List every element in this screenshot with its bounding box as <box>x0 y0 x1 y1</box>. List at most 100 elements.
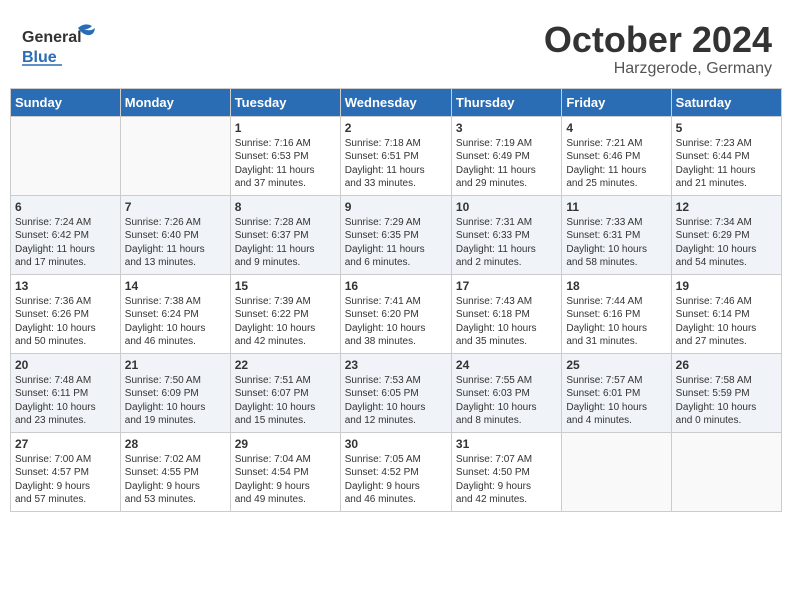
day-number: 28 <box>125 437 226 451</box>
day-number: 1 <box>235 121 336 135</box>
calendar-cell: 27 Sunrise: 7:00 AMSunset: 4:57 PMDayligh… <box>11 432 121 511</box>
day-info: Sunrise: 7:34 AMSunset: 6:29 PMDaylight:… <box>676 216 777 270</box>
calendar-cell: 5Sunrise: 7:23 AMSunset: 6:44 PMDaylight… <box>671 116 781 195</box>
day-info: Sunrise: 7:39 AMSunset: 6:22 PMDaylight:… <box>235 295 336 349</box>
day-number: 14 <box>125 279 226 293</box>
day-info: Sunrise: 7:53 AMSunset: 6:05 PMDaylight:… <box>345 374 447 428</box>
day-number: 17 <box>456 279 557 293</box>
day-info: Sunrise: 7:18 AMSunset: 6:51 PMDaylight:… <box>345 137 447 191</box>
day-number: 31 <box>456 437 557 451</box>
calendar-cell: 4Sunrise: 7:21 AMSunset: 6:46 PMDaylight… <box>562 116 671 195</box>
day-header-sunday: Sunday <box>11 88 121 116</box>
calendar-cell: 13 Sunrise: 7:36 AMSunset: 6:26 PMDayligh… <box>11 274 121 353</box>
calendar-cell: 3 Sunrise: 7:19 AMSunset: 6:49 PMDaylight… <box>451 116 561 195</box>
calendar-header-row: SundayMondayTuesdayWednesdayThursdayFrid… <box>11 88 782 116</box>
day-number: 26 <box>676 358 777 372</box>
day-number: 10 <box>456 200 557 214</box>
calendar-cell: 9 Sunrise: 7:29 AMSunset: 6:35 PMDaylight… <box>340 195 451 274</box>
header: General Blue October 2024 Harzgerode, Ge… <box>10 10 782 83</box>
day-number: 15 <box>235 279 336 293</box>
day-info: Sunrise: 7:31 AMSunset: 6:33 PMDaylight:… <box>456 216 557 270</box>
day-info: Sunrise: 7:28 AMSunset: 6:37 PMDaylight:… <box>235 216 336 270</box>
svg-text:Blue: Blue <box>22 49 57 66</box>
day-number: 29 <box>235 437 336 451</box>
logo: General Blue <box>20 20 100 75</box>
day-info: Sunrise: 7:29 AMSunset: 6:35 PMDaylight:… <box>345 216 447 270</box>
day-info: Sunrise: 7:21 AMSunset: 6:46 PMDaylight:… <box>566 137 666 191</box>
day-number: 16 <box>345 279 447 293</box>
title-area: October 2024 Harzgerode, Germany <box>544 20 772 78</box>
calendar-cell: 25 Sunrise: 7:57 AMSunset: 6:01 PMDayligh… <box>562 353 671 432</box>
day-header-friday: Friday <box>562 88 671 116</box>
day-header-wednesday: Wednesday <box>340 88 451 116</box>
day-number: 3 <box>456 121 557 135</box>
calendar-week-row: 1 Sunrise: 7:16 AMSunset: 6:53 PMDaylight… <box>11 116 782 195</box>
day-header-monday: Monday <box>120 88 230 116</box>
day-number: 25 <box>566 358 666 372</box>
calendar-cell: 24 Sunrise: 7:55 AMSunset: 6:03 PMDayligh… <box>451 353 561 432</box>
day-info: Sunrise: 7:51 AMSunset: 6:07 PMDaylight:… <box>235 374 336 428</box>
calendar-cell: 31Sunrise: 7:07 AMSunset: 4:50 PMDayligh… <box>451 432 561 511</box>
calendar-cell: 12 Sunrise: 7:34 AMSunset: 6:29 PMDayligh… <box>671 195 781 274</box>
day-info: Sunrise: 7:48 AMSunset: 6:11 PMDaylight:… <box>15 374 116 428</box>
day-info: Sunrise: 7:57 AMSunset: 6:01 PMDaylight:… <box>566 374 666 428</box>
calendar-cell: 16 Sunrise: 7:41 AMSunset: 6:20 PMDayligh… <box>340 274 451 353</box>
day-info: Sunrise: 7:38 AMSunset: 6:24 PMDaylight:… <box>125 295 226 349</box>
day-info: Sunrise: 7:00 AMSunset: 4:57 PMDaylight:… <box>15 453 116 507</box>
day-header-saturday: Saturday <box>671 88 781 116</box>
day-info: Sunrise: 7:26 AMSunset: 6:40 PMDaylight:… <box>125 216 226 270</box>
calendar-cell: 6Sunrise: 7:24 AMSunset: 6:42 PMDaylight… <box>11 195 121 274</box>
calendar-cell: 20 Sunrise: 7:48 AMSunset: 6:11 PMDayligh… <box>11 353 121 432</box>
day-number: 6 <box>15 200 116 214</box>
day-info: Sunrise: 7:58 AMSunset: 5:59 PMDaylight:… <box>676 374 777 428</box>
calendar-cell: 21Sunrise: 7:50 AMSunset: 6:09 PMDayligh… <box>120 353 230 432</box>
calendar-cell <box>671 432 781 511</box>
day-number: 23 <box>345 358 447 372</box>
calendar-cell <box>120 116 230 195</box>
logo-svg: General Blue <box>20 20 100 75</box>
day-info: Sunrise: 7:04 AMSunset: 4:54 PMDaylight:… <box>235 453 336 507</box>
calendar-cell: 23 Sunrise: 7:53 AMSunset: 6:05 PMDayligh… <box>340 353 451 432</box>
calendar-cell: 18Sunrise: 7:44 AMSunset: 6:16 PMDayligh… <box>562 274 671 353</box>
calendar-cell: 15 Sunrise: 7:39 AMSunset: 6:22 PMDayligh… <box>230 274 340 353</box>
calendar-cell <box>562 432 671 511</box>
calendar-cell: 10 Sunrise: 7:31 AMSunset: 6:33 PMDayligh… <box>451 195 561 274</box>
day-info: Sunrise: 7:41 AMSunset: 6:20 PMDaylight:… <box>345 295 447 349</box>
day-info: Sunrise: 7:55 AMSunset: 6:03 PMDaylight:… <box>456 374 557 428</box>
day-info: Sunrise: 7:50 AMSunset: 6:09 PMDaylight:… <box>125 374 226 428</box>
day-info: Sunrise: 7:36 AMSunset: 6:26 PMDaylight:… <box>15 295 116 349</box>
day-info: Sunrise: 7:05 AMSunset: 4:52 PMDaylight:… <box>345 453 447 507</box>
day-number: 20 <box>15 358 116 372</box>
calendar-cell: 26 Sunrise: 7:58 AMSunset: 5:59 PMDayligh… <box>671 353 781 432</box>
calendar-cell <box>11 116 121 195</box>
day-info: Sunrise: 7:16 AMSunset: 6:53 PMDaylight:… <box>235 137 336 191</box>
day-number: 12 <box>676 200 777 214</box>
calendar-cell: 8Sunrise: 7:28 AMSunset: 6:37 PMDaylight… <box>230 195 340 274</box>
calendar-cell: 17 Sunrise: 7:43 AMSunset: 6:18 PMDayligh… <box>451 274 561 353</box>
day-number: 11 <box>566 200 666 214</box>
day-info: Sunrise: 7:46 AMSunset: 6:14 PMDaylight:… <box>676 295 777 349</box>
day-number: 19 <box>676 279 777 293</box>
day-number: 22 <box>235 358 336 372</box>
calendar-cell: 22 Sunrise: 7:51 AMSunset: 6:07 PMDayligh… <box>230 353 340 432</box>
location-title: Harzgerode, Germany <box>544 60 772 78</box>
calendar-cell: 2 Sunrise: 7:18 AMSunset: 6:51 PMDaylight… <box>340 116 451 195</box>
calendar-cell: 7Sunrise: 7:26 AMSunset: 6:40 PMDaylight… <box>120 195 230 274</box>
day-number: 27 <box>15 437 116 451</box>
svg-text:General: General <box>22 29 82 46</box>
day-header-thursday: Thursday <box>451 88 561 116</box>
day-number: 13 <box>15 279 116 293</box>
day-number: 24 <box>456 358 557 372</box>
day-info: Sunrise: 7:19 AMSunset: 6:49 PMDaylight:… <box>456 137 557 191</box>
day-info: Sunrise: 7:33 AMSunset: 6:31 PMDaylight:… <box>566 216 666 270</box>
day-number: 2 <box>345 121 447 135</box>
calendar-cell: 1 Sunrise: 7:16 AMSunset: 6:53 PMDaylight… <box>230 116 340 195</box>
day-number: 9 <box>345 200 447 214</box>
calendar-cell: 19 Sunrise: 7:46 AMSunset: 6:14 PMDayligh… <box>671 274 781 353</box>
calendar-cell: 28Sunrise: 7:02 AMSunset: 4:55 PMDayligh… <box>120 432 230 511</box>
calendar-week-row: 6Sunrise: 7:24 AMSunset: 6:42 PMDaylight… <box>11 195 782 274</box>
day-info: Sunrise: 7:43 AMSunset: 6:18 PMDaylight:… <box>456 295 557 349</box>
calendar-cell: 14 Sunrise: 7:38 AMSunset: 6:24 PMDayligh… <box>120 274 230 353</box>
day-header-tuesday: Tuesday <box>230 88 340 116</box>
day-info: Sunrise: 7:44 AMSunset: 6:16 PMDaylight:… <box>566 295 666 349</box>
